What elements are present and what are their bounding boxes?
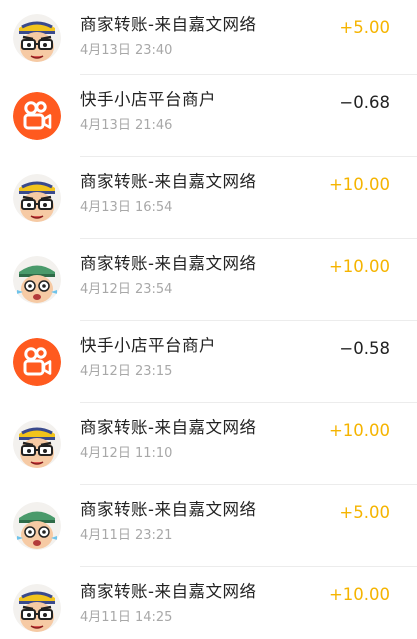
transaction-row[interactable]: 商家转账-来自嘉文网络 4月12日 11:10 +10.00 <box>0 403 417 485</box>
transaction-row[interactable]: 快手小店平台商户 4月12日 23:15 −0.58 <box>0 321 417 403</box>
transaction-title: 商家转账-来自嘉文网络 <box>80 254 257 273</box>
transaction-amount: +10.00 <box>328 421 390 440</box>
merchant-avatar-green-hat-icon <box>13 256 61 304</box>
transaction-amount: +5.00 <box>339 18 390 37</box>
transaction-time: 4月12日 23:54 <box>80 282 173 297</box>
transaction-title: 快手小店平台商户 <box>80 336 216 355</box>
kuaishou-logo-icon <box>13 338 61 386</box>
transaction-row[interactable]: 商家转账-来自嘉文网络 4月11日 23:21 +5.00 <box>0 485 417 567</box>
merchant-avatar-yellow-hat-icon <box>13 584 61 632</box>
transaction-time: 4月12日 23:15 <box>80 364 173 379</box>
kuaishou-logo-icon <box>13 92 61 140</box>
transaction-amount: +10.00 <box>328 585 390 604</box>
transaction-title: 商家转账-来自嘉文网络 <box>80 582 257 601</box>
transaction-amount: +5.00 <box>339 503 390 522</box>
merchant-avatar-yellow-hat-icon <box>13 420 61 468</box>
merchant-avatar-green-hat-icon <box>13 502 61 550</box>
transaction-time: 4月13日 21:46 <box>80 118 173 133</box>
merchant-avatar-yellow-hat-icon <box>13 174 61 222</box>
transaction-row[interactable]: 快手小店平台商户 4月13日 21:46 −0.68 <box>0 75 417 157</box>
transaction-title: 商家转账-来自嘉文网络 <box>80 418 257 437</box>
transaction-time: 4月13日 23:40 <box>80 43 173 58</box>
transaction-title: 商家转账-来自嘉文网络 <box>80 500 257 519</box>
transaction-title: 商家转账-来自嘉文网络 <box>80 172 257 191</box>
transaction-time: 4月12日 11:10 <box>80 446 173 461</box>
transaction-amount: −0.68 <box>339 93 390 112</box>
transaction-time: 4月11日 14:25 <box>80 610 173 625</box>
transaction-row[interactable]: 商家转账-来自嘉文网络 4月13日 23:40 +5.00 <box>0 0 417 75</box>
transaction-amount: −0.58 <box>339 339 390 358</box>
transaction-title: 快手小店平台商户 <box>80 90 216 109</box>
transaction-row[interactable]: 商家转账-来自嘉文网络 4月12日 23:54 +10.00 <box>0 239 417 321</box>
transaction-amount: +10.00 <box>328 175 390 194</box>
transaction-row[interactable]: 商家转账-来自嘉文网络 4月13日 16:54 +10.00 <box>0 157 417 239</box>
transaction-amount: +10.00 <box>328 257 390 276</box>
transaction-title: 商家转账-来自嘉文网络 <box>80 15 257 34</box>
merchant-avatar-yellow-hat-icon <box>13 13 61 62</box>
transaction-list: 商家转账-来自嘉文网络 4月13日 23:40 +5.00 快手小店平台商户 4… <box>0 0 417 639</box>
transaction-time: 4月13日 16:54 <box>80 200 173 215</box>
transaction-row[interactable]: 商家转账-来自嘉文网络 4月11日 14:25 +10.00 <box>0 567 417 639</box>
transaction-time: 4月11日 23:21 <box>80 528 173 543</box>
